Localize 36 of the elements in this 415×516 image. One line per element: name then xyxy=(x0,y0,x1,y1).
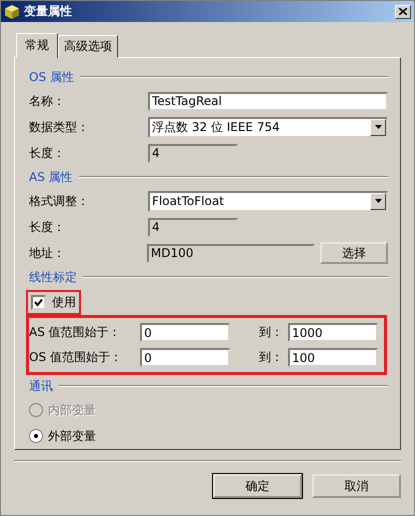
input-field[interactable]: 0 xyxy=(140,323,230,342)
tab[interactable]: 常规 xyxy=(16,33,58,58)
section-title: AS 属性 xyxy=(29,168,73,186)
input-field[interactable]: TestTagReal xyxy=(148,92,388,110)
close-button[interactable] xyxy=(395,4,411,18)
field-label: 到： xyxy=(258,324,284,341)
checkmark-icon xyxy=(34,298,43,307)
radio-button[interactable]: 外部变量 xyxy=(29,423,388,449)
field-label: 格式调整： xyxy=(29,192,90,210)
section-title: OS 属性 xyxy=(29,68,74,86)
input-field[interactable]: 0 xyxy=(140,348,230,367)
field-label: OS 值范围始于： xyxy=(29,349,123,366)
tab[interactable]: 高级选项 xyxy=(58,35,118,58)
dropdown[interactable]: 浮点数 32 位 IEEE 754 xyxy=(148,116,388,138)
dialog-button[interactable]: 取消 xyxy=(312,474,401,498)
section-title: 线性标定 xyxy=(29,268,77,286)
field-label: 长度： xyxy=(29,218,66,236)
section-title: 通讯 xyxy=(29,378,53,394)
field-label: 数据类型： xyxy=(29,118,90,136)
field-label: 长度： xyxy=(29,144,66,162)
field-label: 到： xyxy=(258,349,284,366)
checkbox[interactable]: 使用 xyxy=(31,294,76,311)
close-icon xyxy=(399,8,407,15)
cube-icon xyxy=(4,4,20,20)
window-title: 变量属性 xyxy=(24,3,73,20)
readonly-field[interactable]: MD100 xyxy=(146,244,316,262)
input-field[interactable]: 100 xyxy=(288,348,378,367)
dropdown[interactable]: FloatToFloat xyxy=(148,190,388,212)
field-label: 名称： xyxy=(29,92,66,110)
readonly-field[interactable]: 4 xyxy=(148,218,238,236)
input-field[interactable]: 1000 xyxy=(288,323,378,342)
field-label: AS 值范围始于： xyxy=(29,324,122,341)
readonly-field[interactable]: 4 xyxy=(148,144,238,162)
dialog-button[interactable]: 确定 xyxy=(213,474,302,498)
select-button[interactable]: 选择 xyxy=(320,242,388,264)
field-label: 地址： xyxy=(29,244,66,262)
